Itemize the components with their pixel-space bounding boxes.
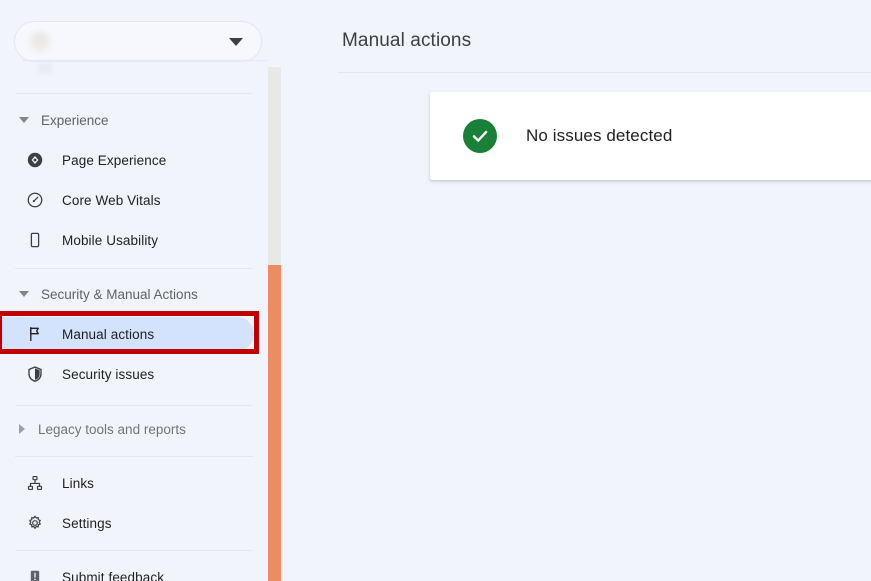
sidebar-item-page-experience[interactable]: Page Experience [0, 143, 254, 177]
status-message: No issues detected [526, 126, 673, 145]
search-console-window: Experience Page Experience Core Web Vita… [0, 0, 871, 581]
gear-icon [25, 513, 45, 533]
nav-divider [15, 550, 253, 551]
clipped-item-edge [22, 60, 268, 61]
sidebar: Experience Page Experience Core Web Vita… [0, 0, 268, 581]
flag-icon [25, 324, 45, 344]
chevron-down-icon[interactable] [229, 37, 243, 46]
feedback-icon [25, 567, 45, 581]
sidebar-item-label: Submit feedback [62, 569, 165, 581]
sidebar-section-legacy-tools[interactable]: Legacy tools and reports [0, 414, 268, 444]
sidebar-item-label: Security issues [62, 366, 155, 382]
sidebar-section-label: Legacy tools and reports [38, 421, 186, 437]
page-experience-icon [25, 150, 45, 170]
sidebar-item-core-web-vitals[interactable]: Core Web Vitals [0, 183, 254, 217]
sidebar-item-security-issues[interactable]: Security issues [0, 357, 254, 391]
mobile-phone-icon [25, 230, 45, 250]
sidebar-item-links[interactable]: Links [0, 466, 254, 500]
page-title: Manual actions [342, 30, 472, 51]
sidebar-scrollbar-thumb[interactable] [268, 265, 281, 581]
site-favicon [29, 30, 51, 53]
check-circle-icon [463, 119, 497, 153]
shield-icon [25, 364, 45, 384]
sidebar-section-label: Security & Manual Actions [41, 286, 198, 302]
nav-divider [15, 93, 253, 94]
sidebar-section-label: Experience [41, 112, 109, 128]
nav-divider [15, 456, 253, 457]
property-selector[interactable] [14, 21, 262, 62]
sidebar-item-submit-feedback[interactable]: Submit feedback [0, 560, 254, 581]
property-name [64, 34, 229, 49]
sidebar-item-label: Core Web Vitals [62, 192, 161, 208]
sidebar-item-label: Mobile Usability [62, 232, 159, 248]
main-content: Manual actions No issues detected [281, 0, 871, 581]
clipped-item-icon [38, 63, 52, 74]
nav-divider [15, 268, 253, 269]
nav-divider [15, 405, 253, 406]
sidebar-item-settings[interactable]: Settings [0, 506, 254, 540]
sidebar-section-experience[interactable]: Experience [0, 105, 268, 135]
sidebar-item-mobile-usability[interactable]: Mobile Usability [0, 223, 254, 257]
sidebar-item-label: Page Experience [62, 152, 167, 168]
sidebar-item-manual-actions[interactable]: Manual actions [0, 317, 254, 351]
speedometer-icon [25, 190, 45, 210]
sidebar-item-label: Links [62, 475, 95, 491]
triangle-down-icon [19, 117, 29, 123]
triangle-down-icon [19, 291, 29, 297]
header-divider [338, 72, 871, 73]
triangle-right-icon [19, 424, 25, 434]
status-card: No issues detected [430, 92, 871, 180]
sitemap-links-icon [25, 473, 45, 493]
sidebar-item-label: Settings [62, 515, 112, 531]
sidebar-item-label: Manual actions [62, 326, 155, 342]
sidebar-section-security-manual-actions[interactable]: Security & Manual Actions [0, 279, 268, 309]
